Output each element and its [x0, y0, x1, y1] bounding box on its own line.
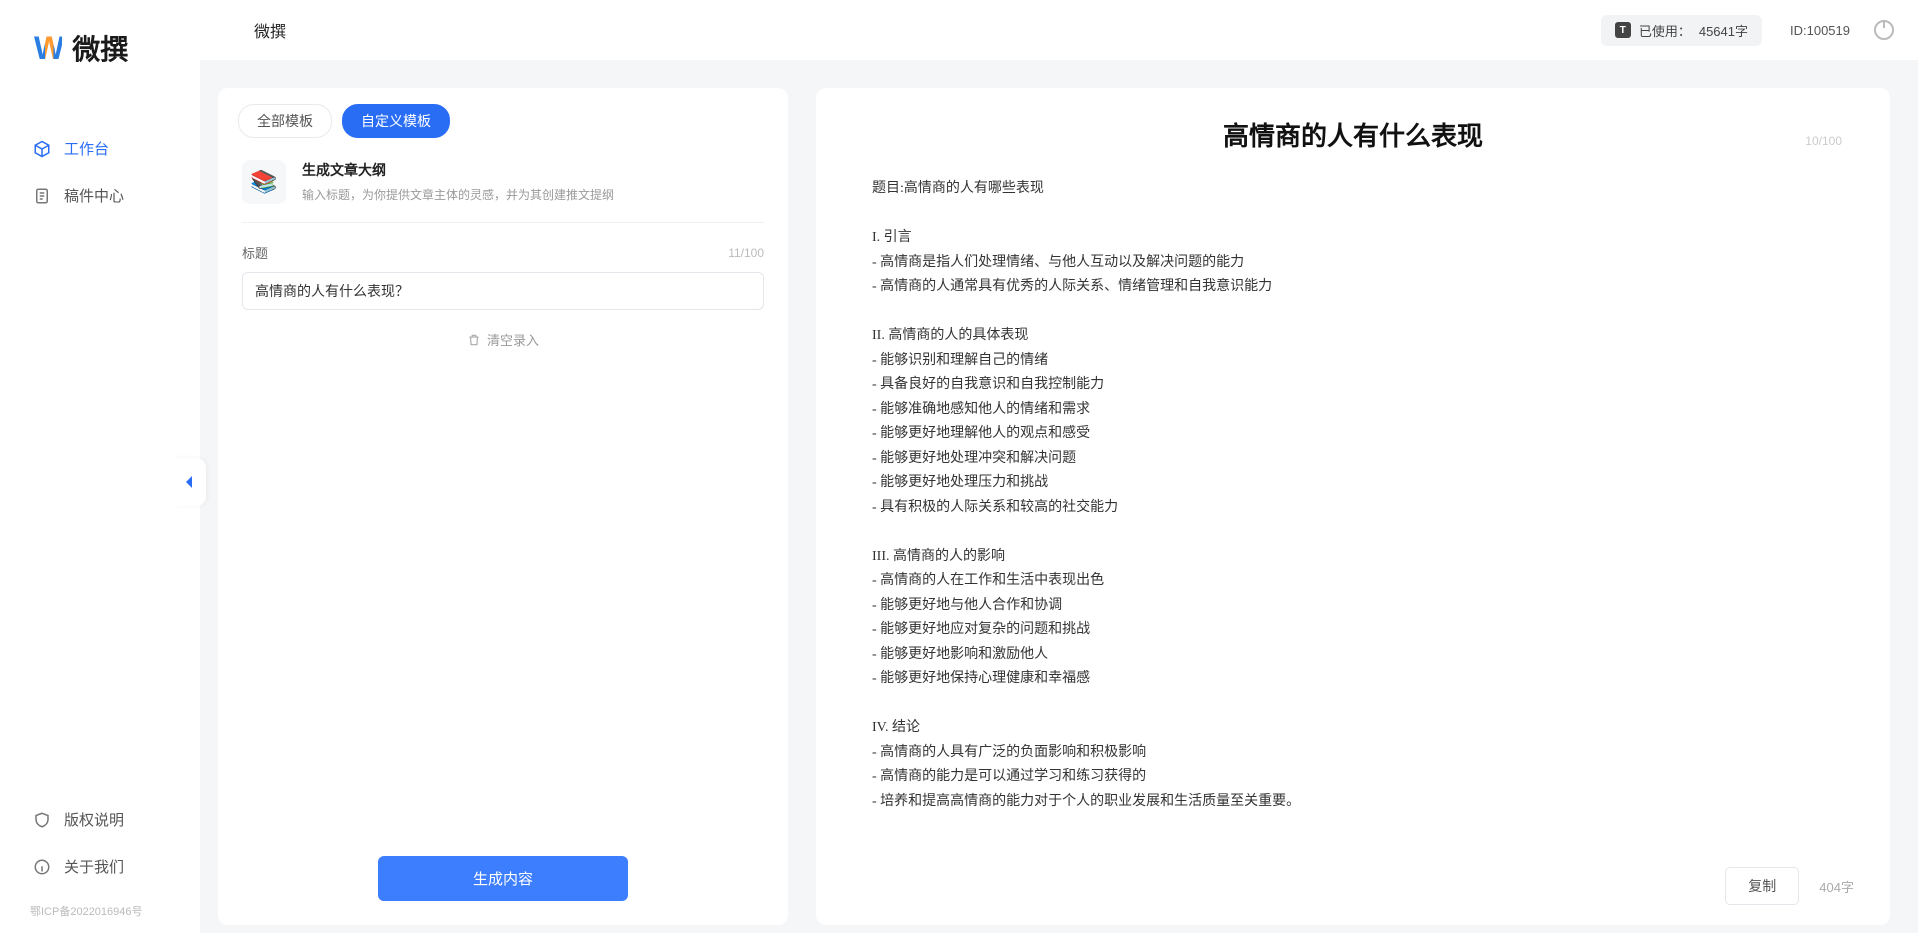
usage-value: 45641字 — [1699, 21, 1748, 40]
output-footer: 复制 404字 — [816, 853, 1890, 925]
title-input[interactable] — [242, 272, 764, 310]
template-tabs: 全部模板 自定义模板 — [218, 88, 788, 154]
logo-mark-icon: W — [34, 30, 62, 67]
nav-item-copyright[interactable]: 版权说明 — [20, 799, 180, 840]
clear-label: 清空录入 — [487, 330, 539, 349]
trash-icon — [467, 333, 481, 347]
nav-label: 工作台 — [64, 138, 109, 159]
secondary-nav: 版权说明 关于我们 — [0, 799, 200, 903]
sidebar-collapse-handle[interactable] — [172, 458, 206, 506]
nav-item-drafts[interactable]: 稿件中心 — [20, 175, 180, 216]
power-icon[interactable] — [1874, 20, 1894, 40]
logo-text: 微撰 — [72, 28, 128, 68]
logo: W 微撰 — [0, 28, 200, 68]
shield-icon — [32, 810, 52, 830]
nav-label: 稿件中心 — [64, 185, 124, 206]
generate-button[interactable]: 生成内容 — [378, 856, 628, 901]
copy-button[interactable]: 复制 — [1725, 867, 1799, 905]
article-body[interactable]: 题目:高情商的人有哪些表现 I. 引言 - 高情商是指人们处理情绪、与他人互动以… — [816, 157, 1890, 853]
info-icon — [32, 857, 52, 877]
cube-icon — [32, 139, 52, 159]
nav-item-about[interactable]: 关于我们 — [20, 846, 180, 887]
text-count-icon: T — [1615, 22, 1631, 38]
template-title: 生成文章大纲 — [302, 160, 614, 180]
title-field-counter: 11/100 — [728, 246, 764, 260]
generate-row: 生成内容 — [218, 838, 788, 925]
chevron-left-icon — [183, 474, 195, 490]
template-thumb-icon: 📚 — [242, 160, 286, 204]
article-title[interactable]: 高情商的人有什么表现 — [856, 116, 1850, 153]
title-field-label: 标题 — [242, 243, 268, 262]
nav-item-workspace[interactable]: 工作台 — [20, 128, 180, 169]
usage-label: 已使用： — [1639, 21, 1691, 40]
tab-custom-templates[interactable]: 自定义模板 — [342, 104, 450, 138]
user-id: ID:100519 — [1790, 23, 1850, 38]
config-panel: 全部模板 自定义模板 📚 生成文章大纲 输入标题，为你提供文章主体的灵感，并为其… — [218, 88, 788, 925]
top-bar: 微撰 T 已使用： 45641字 ID:100519 — [0, 0, 1918, 60]
template-meta: 生成文章大纲 输入标题，为你提供文章主体的灵感，并为其创建推文提纲 — [302, 160, 614, 203]
output-panel: 高情商的人有什么表现 10/100 题目:高情商的人有哪些表现 I. 引言 - … — [816, 88, 1890, 925]
output-header: 高情商的人有什么表现 10/100 — [816, 88, 1890, 157]
template-desc: 输入标题，为你提供文章主体的灵感，并为其创建推文提纲 — [302, 186, 614, 203]
title-counter: 10/100 — [1805, 134, 1842, 148]
clear-input-button[interactable]: 清空录入 — [218, 310, 788, 369]
nav-label: 版权说明 — [64, 809, 124, 830]
selected-template: 📚 生成文章大纲 输入标题，为你提供文章主体的灵感，并为其创建推文提纲 — [218, 154, 788, 222]
document-icon — [32, 186, 52, 206]
usage-badge[interactable]: T 已使用： 45641字 — [1601, 15, 1762, 46]
sidebar: W 微撰 工作台 稿件中心 版权说明 关于我们 — [0, 0, 200, 933]
title-field-block: 标题 11/100 — [218, 223, 788, 310]
tab-all-templates[interactable]: 全部模板 — [238, 104, 332, 138]
icp-text: 鄂ICP备2022016946号 — [0, 903, 200, 933]
content-area: 全部模板 自定义模板 📚 生成文章大纲 输入标题，为你提供文章主体的灵感，并为其… — [200, 60, 1918, 933]
word-count: 404字 — [1819, 877, 1854, 896]
nav-label: 关于我们 — [64, 856, 124, 877]
app-title: 微撰 — [254, 18, 286, 42]
primary-nav: 工作台 稿件中心 — [0, 128, 200, 222]
